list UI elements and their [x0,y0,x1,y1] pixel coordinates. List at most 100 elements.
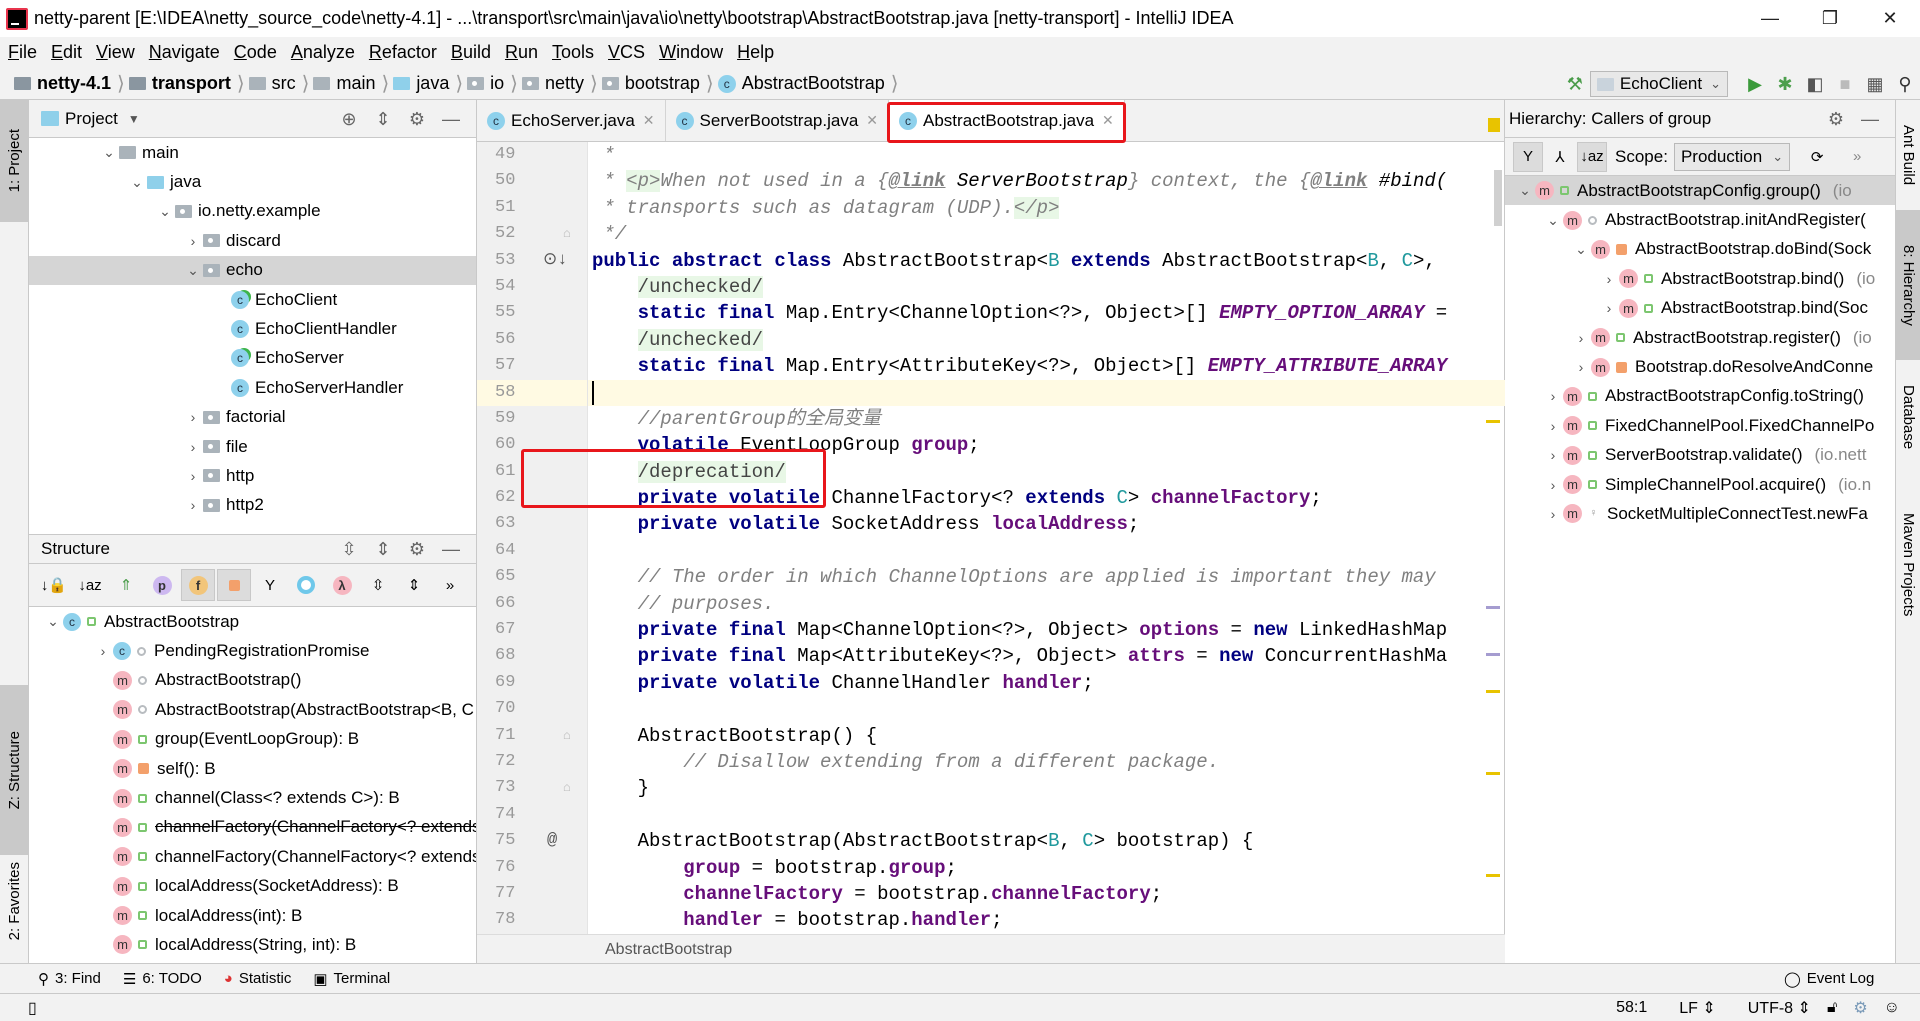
code-line[interactable]: * [588,142,1505,168]
breadcrumb-item[interactable]: src ⟩ [248,71,309,96]
tree-item-discard[interactable]: › discard [29,226,476,255]
collapse-all-icon[interactable]: ⇕ [366,539,400,560]
code-line[interactable]: private volatile ChannelFactory<? extend… [588,485,1505,511]
code-line[interactable]: //parentGroup的全局变量 [588,406,1505,432]
code-line[interactable]: AbstractBootstrap() { [588,723,1505,749]
locate-icon[interactable]: ⊕ [332,109,366,130]
tree-item-factorial[interactable]: › factorial [29,403,476,432]
code-line[interactable]: // Disallow extending from a different p… [588,749,1505,775]
structure-item[interactable]: m localAddress(int): B [29,901,476,930]
hierarchy-item[interactable]: › m FixedChannelPool.FixedChannelPo [1505,411,1895,440]
code-line[interactable]: /deprecation/ [588,459,1505,485]
chevron-right-icon[interactable]: › [183,233,203,249]
build-hammer-icon[interactable]: ⚒ [1560,74,1590,95]
code-line[interactable]: /unchecked/ [588,327,1505,353]
close-button[interactable]: ✕ [1860,0,1920,37]
code-line[interactable]: static final Map.Entry<AttributeKey<?>, … [588,353,1505,379]
code-line[interactable]: AbstractBootstrap(AbstractBootstrap<B, C… [588,828,1505,854]
tool-tab-project[interactable]: 1: Project [0,100,29,222]
breadcrumb-item[interactable]: java ⟩ [393,71,463,96]
menu-window[interactable]: Window [659,42,723,63]
code-line[interactable]: } [588,775,1505,801]
fold-icon[interactable]: ⌂ [563,723,571,749]
hierarchy-item[interactable]: › m AbstractBootstrap.bind() (io [1505,264,1895,293]
show-anonymous-icon[interactable] [289,569,323,601]
code-line[interactable]: * <p>When not used in a {@link ServerBoo… [588,168,1505,194]
code-line[interactable]: private volatile SocketAddress localAddr… [588,511,1505,537]
chevron-down-icon[interactable]: ▼ [128,112,140,126]
hierarchy-icon[interactable]: Y [253,569,287,601]
tool-tab-ant-build[interactable]: Ant Build [1896,100,1920,210]
chevron-down-icon[interactable]: ⌄ [1543,212,1563,229]
tool-statistic[interactable]: ◕ Statistic [224,970,292,987]
gear-icon[interactable]: ⚙ [400,539,434,560]
show-properties-icon[interactable]: p [145,569,179,601]
tree-item-echoserverhandler[interactable]: c EchoServerHandler [29,373,476,402]
code-line[interactable]: /unchecked/ [588,274,1505,300]
stop-icon[interactable]: ■ [1830,74,1860,95]
sort-alphabetically-icon[interactable]: ↓az [73,569,107,601]
tree-item-http2[interactable]: › http2 [29,491,476,520]
gear-icon[interactable]: ⚙ [400,109,434,130]
close-tab-icon[interactable]: ✕ [866,112,878,129]
code-line[interactable] [588,802,1505,828]
chevron-down-icon[interactable]: ⌄ [43,613,63,630]
chevron-right-icon[interactable]: › [1571,359,1591,375]
tool-todo[interactable]: ☰ 6: TODO [123,970,202,988]
menu-analyze[interactable]: Analyze [291,42,355,63]
breadcrumb-item[interactable]: main ⟩ [313,71,389,96]
tool-tab-maven[interactable]: Maven Projects [1896,490,1920,640]
menu-navigate[interactable]: Navigate [149,42,220,63]
chevron-right-icon[interactable]: › [1571,330,1591,346]
breadcrumb-item[interactable]: netty ⟩ [521,71,598,96]
code-line[interactable]: // The order in which ChannelOptions are… [588,564,1505,590]
scope-select[interactable]: Production ⌄ [1673,142,1791,171]
menu-help[interactable]: Help [737,42,774,63]
code-line[interactable]: volatile EventLoopGroup group; [588,432,1505,458]
breadcrumb-item[interactable]: transport ⟩ [128,71,245,96]
hierarchy-item[interactable]: ⌄ m AbstractBootstrap.initAndRegister( [1505,205,1895,234]
structure-item[interactable]: m channelFactory(ChannelFactory<? extends [29,842,476,871]
tree-item-echoclienthandler[interactable]: c EchoClientHandler [29,314,476,343]
breadcrumb-item[interactable]: netty-4.1 ⟩ [14,71,125,96]
menu-view[interactable]: View [96,42,135,63]
structure-item[interactable]: m AbstractBootstrap() [29,666,476,695]
structure-item[interactable]: m localAddress(String, int): B [29,930,476,959]
expand-all-icon[interactable]: ⇳ [332,539,366,560]
hide-icon[interactable]: — [434,539,468,560]
collapse-all-icon[interactable]: ⇕ [366,109,400,130]
tree-item-echo[interactable]: ⌄ echo [29,255,476,285]
hierarchy-item[interactable]: › m ServerBootstrap.validate() (io.nett [1505,441,1895,470]
chevron-right-icon[interactable]: › [1543,447,1563,463]
coverage-icon[interactable]: ◧ [1800,74,1830,95]
implemented-icon[interactable]: ⊙↓ [543,248,567,274]
chevron-down-icon[interactable]: ⌄ [155,203,175,220]
tab-echoserver[interactable]: c EchoServer.java ✕ [477,100,666,141]
code-line[interactable]: handler = bootstrap.handler; [588,907,1505,933]
tool-terminal[interactable]: ▣ Terminal [313,970,390,988]
code-line[interactable] [588,538,1505,564]
menu-build[interactable]: Build [451,42,491,63]
code-line[interactable]: private final Map<ChannelOption<?>, Obje… [588,617,1505,643]
chevron-right-icon[interactable]: › [93,643,113,659]
menu-vcs[interactable]: VCS [608,42,645,63]
chevron-right-icon[interactable]: › [183,439,203,455]
structure-item[interactable]: › c PendingRegistrationPromise [29,636,476,665]
tool-find[interactable]: ⚲ 3: Find [38,970,101,988]
file-encoding[interactable]: UTF-8 ⇕ [1732,998,1811,1018]
chevron-right-icon[interactable]: › [1543,477,1563,493]
menu-run[interactable]: Run [505,42,538,63]
tree-item-http[interactable]: › http [29,461,476,490]
show-fields-icon[interactable]: f [181,569,215,601]
tab-serverbootstrap[interactable]: c ServerBootstrap.java ✕ [666,100,890,141]
tree-item-java[interactable]: ⌄ java [29,167,476,196]
structure-item[interactable]: m AbstractBootstrap(AbstractBootstrap<B, … [29,695,476,724]
tool-tab-hierarchy[interactable]: 8: Hierarchy [1896,210,1920,360]
more-icon[interactable]: » [1842,142,1872,172]
tool-event-log[interactable]: ◯ Event Log [1784,970,1874,988]
code-line[interactable]: */ [588,221,1505,247]
collapse-all-icon[interactable]: ⇕ [397,569,431,601]
close-tab-icon[interactable]: ✕ [643,112,655,129]
chevron-down-icon[interactable]: ⌄ [1515,182,1535,199]
chevron-right-icon[interactable]: › [183,468,203,484]
